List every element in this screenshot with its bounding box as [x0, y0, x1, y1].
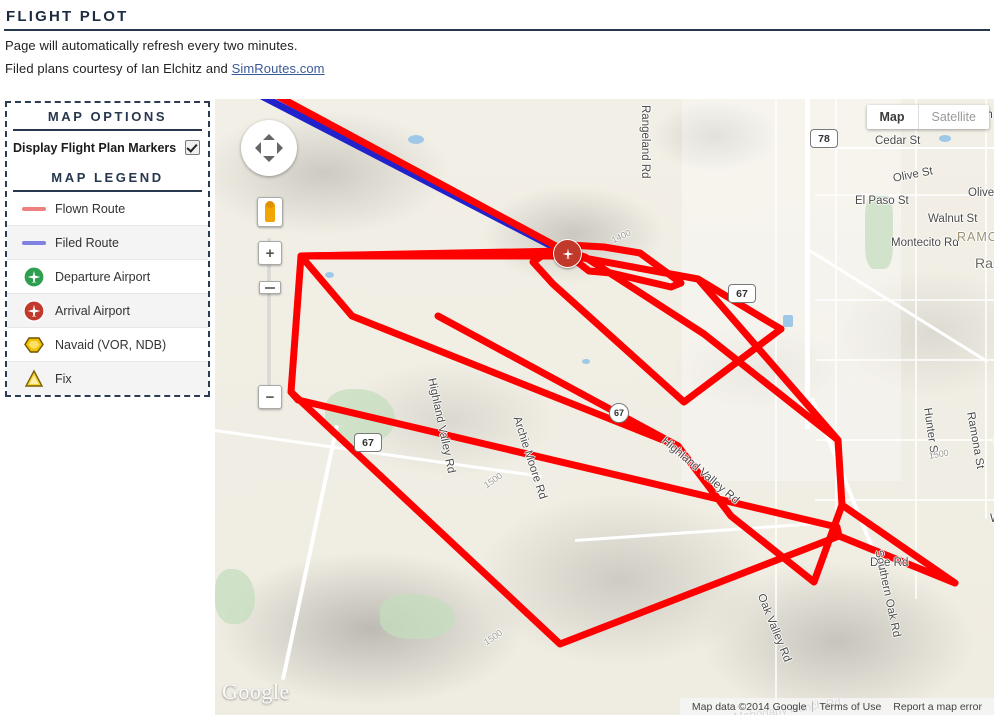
route-shield: 67 [354, 433, 382, 452]
route-shield: 67 [728, 284, 756, 303]
flight-route-layer [215, 99, 994, 715]
google-watermark: Google [222, 679, 290, 705]
legend-label: Fix [55, 372, 72, 386]
route-shield: 78 [810, 129, 838, 148]
map-label: Rangeland Rd [639, 105, 651, 179]
route-shield-label: 67 [362, 437, 374, 449]
credit-text: Filed plans courtesy of Ian Elchitz and [5, 61, 232, 76]
map-legend-heading: MAP LEGEND [7, 164, 208, 190]
legend-list: Flown Route Filed Route Departure Airpor… [7, 192, 208, 395]
pegman-head [266, 201, 274, 208]
route-shield-label: 78 [818, 133, 830, 145]
flown-route-polyline-extra [291, 392, 839, 644]
legend-item-navaid: Navaid (VOR, NDB) [7, 328, 208, 362]
map-label: Cedar St [875, 135, 920, 147]
pan-up-icon[interactable] [263, 128, 275, 140]
fix-marker-icon [19, 368, 49, 390]
flown-route-polyline-extra [301, 251, 565, 256]
filed-route-line-icon [19, 241, 49, 245]
map-type-map-button[interactable]: Map [867, 105, 918, 129]
map-type-switcher[interactable]: Map Satellite [867, 105, 989, 129]
refresh-note: Page will automatically refresh every tw… [5, 38, 298, 53]
simroutes-link[interactable]: SimRoutes.com [232, 61, 325, 76]
legend-item-filed-route: Filed Route [7, 226, 208, 260]
legend-label: Flown Route [55, 202, 125, 216]
terms-of-use-link[interactable]: Terms of Use [813, 701, 887, 713]
display-flight-plan-markers-row[interactable]: Display Flight Plan Markers [7, 131, 208, 164]
legend-item-arrival-airport: Arrival Airport [7, 294, 208, 328]
zoom-slider-handle[interactable] [259, 281, 281, 294]
legend-label: Filed Route [55, 236, 119, 250]
pan-down-icon[interactable] [263, 156, 275, 168]
route-shield: 67 [609, 403, 629, 423]
map-type-satellite-button[interactable]: Satellite [918, 105, 989, 129]
arrival-airport-marker-icon [19, 300, 49, 322]
zoom-in-button[interactable]: + [258, 241, 282, 265]
page-title: FLIGHT PLOT [6, 8, 129, 25]
map-options-panel: MAP OPTIONS Display Flight Plan Markers … [5, 101, 210, 397]
navaid-marker-icon [19, 334, 49, 356]
arrival-airport-map-marker[interactable] [553, 239, 582, 268]
map-label: RAMONA [957, 230, 994, 244]
flown-route-polyline [257, 99, 955, 583]
route-shield-label: 67 [736, 288, 748, 300]
legend-label: Departure Airport [55, 270, 150, 284]
departure-airport-marker-icon [19, 266, 49, 288]
display-flight-plan-markers-checkbox[interactable] [185, 140, 200, 155]
pan-control[interactable] [241, 120, 297, 176]
flown-route-line-icon [19, 207, 49, 211]
legend-item-fix: Fix [7, 362, 208, 395]
map-label: Ramona [975, 255, 994, 271]
map-options-heading: MAP OPTIONS [7, 103, 208, 129]
map-label: Walnut St [928, 213, 977, 225]
flight-plot-page: FLIGHT PLOT Page will automatically refr… [0, 0, 994, 715]
pan-left-icon[interactable] [249, 142, 261, 154]
map-canvas[interactable]: 78 67 67 67 Rangeland RdAsh StAsh StCeda… [215, 99, 994, 715]
pan-right-icon[interactable] [277, 142, 289, 154]
display-flight-plan-markers-label: Display Flight Plan Markers [13, 141, 176, 155]
report-map-error-link[interactable]: Report a map error [887, 701, 988, 713]
legend-label: Arrival Airport [55, 304, 130, 318]
map-label: Montecito Rd [891, 237, 959, 249]
legend-item-departure-airport: Departure Airport [7, 260, 208, 294]
map-label: Warnock Dr [990, 513, 994, 525]
route-shield-label: 67 [614, 408, 624, 418]
legend-label: Navaid (VOR, NDB) [55, 338, 166, 352]
credit-note: Filed plans courtesy of Ian Elchitz and … [5, 61, 325, 76]
zoom-out-button[interactable]: − [258, 385, 282, 409]
filed-route-polyline [248, 99, 567, 254]
map-attribution-bar: Map data ©2014 Google Terms of Use Repor… [680, 698, 994, 715]
map-data-attribution: Map data ©2014 Google [686, 701, 813, 713]
map-label: Olive St [968, 187, 994, 199]
flown-route-polyline-extra [438, 316, 678, 446]
title-divider [4, 29, 990, 31]
legend-item-flown-route: Flown Route [7, 192, 208, 226]
map-label: El Paso St [855, 195, 909, 207]
pegman-street-view-icon[interactable] [257, 197, 283, 227]
